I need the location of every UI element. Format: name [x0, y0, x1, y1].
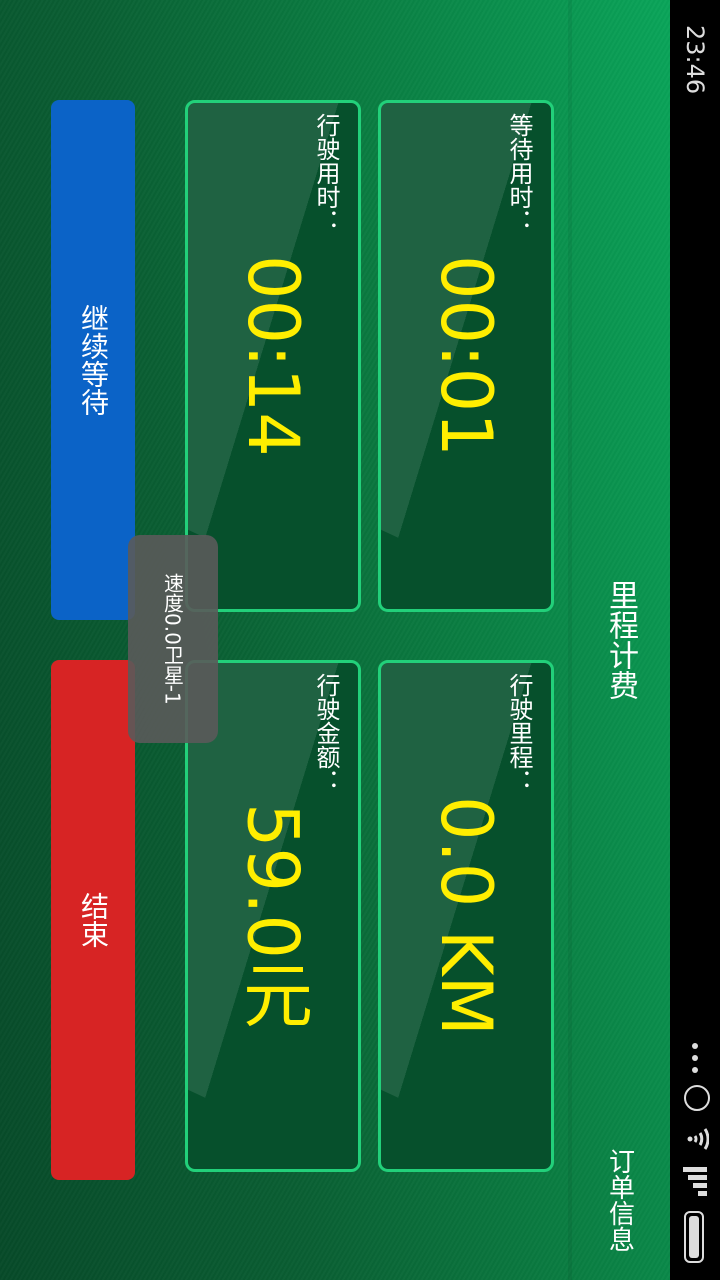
drive-time-value: 00:14 — [232, 255, 314, 457]
end-button[interactable]: 结束 — [51, 660, 135, 1180]
order-info-link[interactable]: 订单信息 — [570, 1130, 670, 1270]
status-time: 23:46 — [681, 25, 709, 95]
distance-value: 0.0 KM — [425, 796, 507, 1036]
speed-toast: 速度0.0卫星-1 — [128, 535, 218, 743]
continue-wait-button[interactable]: 继续等待 — [51, 100, 135, 620]
battery-icon — [684, 1211, 704, 1263]
wait-time-card: 等待用时： 00:01 — [378, 100, 554, 612]
status-icons — [670, 1035, 720, 1275]
signal-icon — [683, 1167, 707, 1196]
sync-icon — [684, 1085, 710, 1111]
wait-time-value: 00:01 — [425, 255, 507, 457]
more-dots-icon — [685, 1043, 705, 1073]
page-title: 里程计费 — [603, 580, 638, 700]
drive-time-card: 行驶用时： 00:14 — [185, 100, 361, 612]
wifi-icon — [687, 1128, 709, 1150]
distance-card: 行驶里程： 0.0 KM — [378, 660, 554, 1172]
